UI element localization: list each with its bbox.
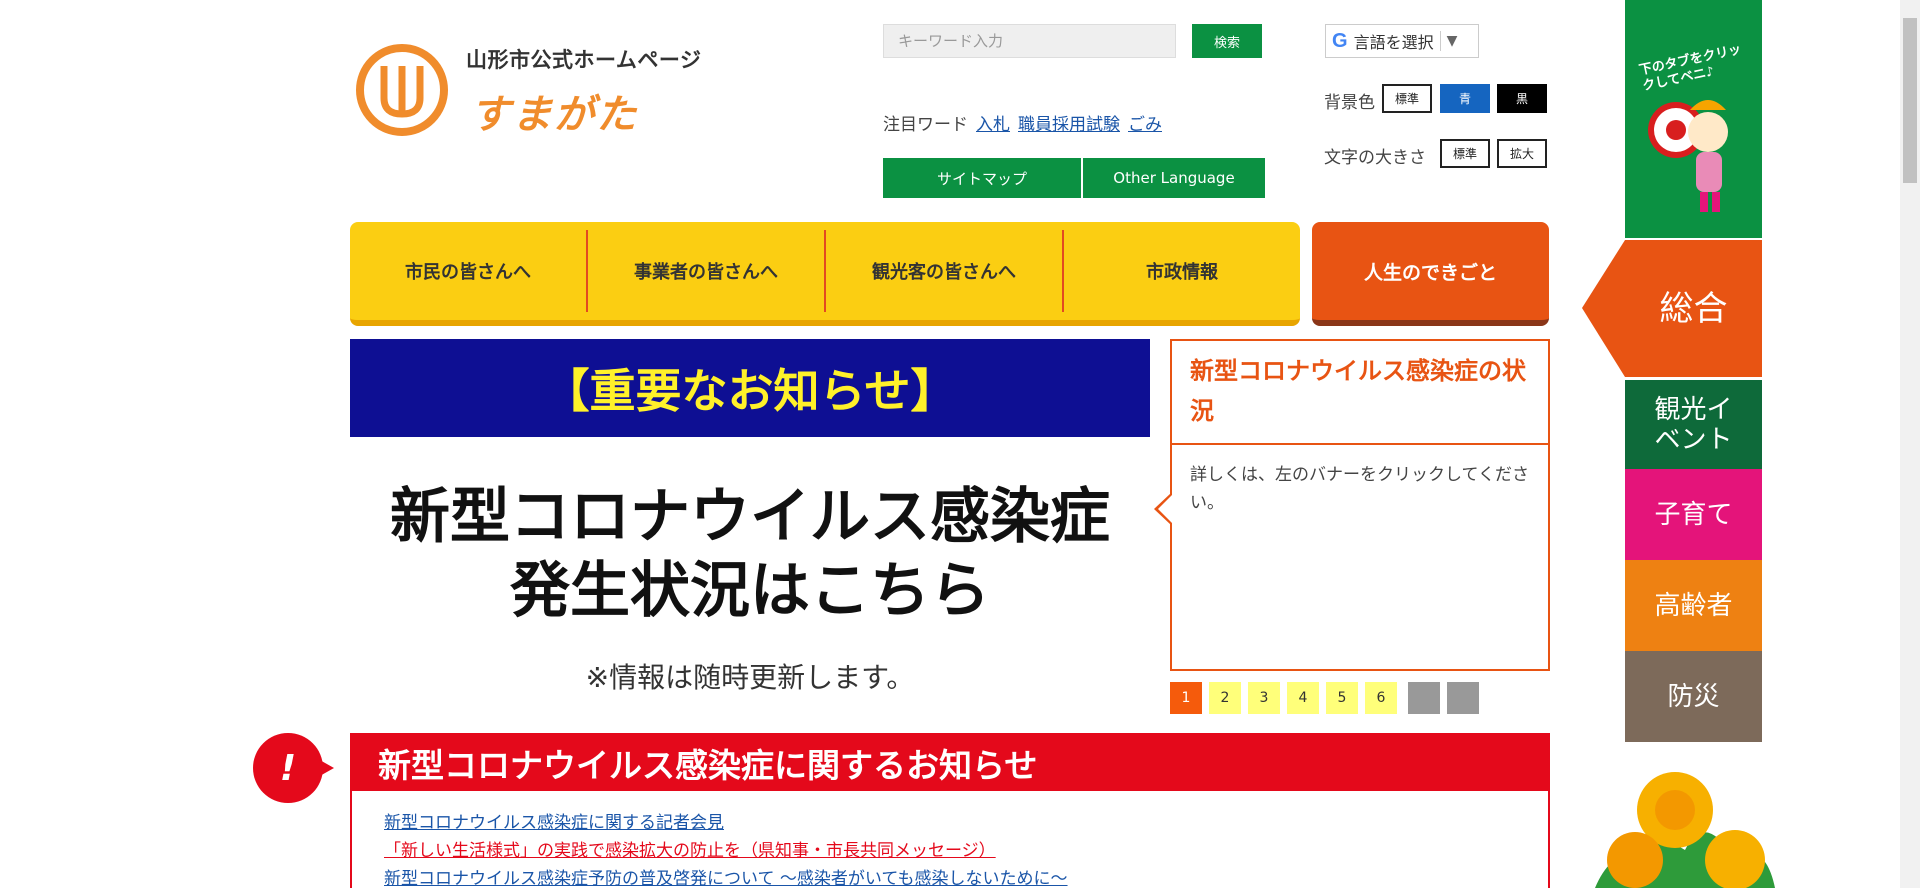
- covid-banner-line1: 新型コロナウイルス感染症: [390, 482, 1110, 552]
- hot-word-link[interactable]: ごみ: [1128, 110, 1162, 135]
- divider: [1439, 31, 1441, 51]
- bg-color-label: 背景色: [1324, 93, 1375, 113]
- nav-item-business[interactable]: 事業者の皆さんへ: [588, 230, 826, 312]
- tab-disaster[interactable]: 防災: [1625, 651, 1762, 742]
- text-size-standard-button[interactable]: 標準: [1440, 139, 1490, 168]
- pager-page-3[interactable]: 3: [1248, 682, 1280, 714]
- safflower-decoration-icon: [1595, 772, 1775, 888]
- pager-pause-button[interactable]: [1408, 682, 1440, 714]
- sitemap-button[interactable]: サイトマップ: [883, 158, 1081, 198]
- important-notice-banner[interactable]: 【重要なお知らせ】: [350, 339, 1150, 437]
- nav-item-citizens[interactable]: 市民の皆さんへ: [350, 230, 588, 312]
- pager-page-4[interactable]: 4: [1287, 682, 1319, 714]
- scrollbar-thumb[interactable]: [1903, 18, 1917, 183]
- text-size-large-button[interactable]: 拡大: [1497, 139, 1547, 168]
- site-title[interactable]: 山形市公式ホームページ: [466, 44, 701, 74]
- bg-standard-button[interactable]: 標準: [1382, 84, 1432, 113]
- slide-pager: 1 2 3 4 5 6: [1170, 682, 1479, 714]
- pager-page-2[interactable]: 2: [1209, 682, 1241, 714]
- main-nav: 市民の皆さんへ 事業者の皆さんへ 観光客の皆さんへ 市政情報: [350, 222, 1300, 326]
- tab-tourism-label: 観光イベント: [1654, 394, 1733, 455]
- tab-elderly-label: 高齢者: [1654, 590, 1733, 621]
- dropdown-arrow-icon: ▼: [1446, 33, 1458, 49]
- nav-item-tourists[interactable]: 観光客の皆さんへ: [826, 230, 1064, 312]
- tab-childcare-label: 子育て: [1654, 499, 1733, 530]
- tab-general[interactable]: 総合: [1582, 240, 1762, 377]
- bg-black-button[interactable]: 黒: [1497, 84, 1547, 113]
- text-size-label: 文字の大きさ: [1324, 148, 1426, 168]
- nav-item-life-events[interactable]: 人生のできごと: [1312, 222, 1549, 326]
- alert-icon: !: [253, 733, 323, 803]
- covid-banner-line2: 発生状況はこちら: [510, 556, 990, 626]
- notice-link[interactable]: 新型コロナウイルス感染症に関する記者会見: [384, 809, 724, 837]
- covid-notice-section: 新型コロナウイルス感染症に関するお知らせ 新型コロナウイルス感染症に関する記者会…: [350, 733, 1550, 888]
- tab-childcare[interactable]: 子育て: [1625, 469, 1762, 560]
- slide-pointer-inner: [1158, 495, 1172, 523]
- slide-info-box: 新型コロナウイルス感染症の状況 詳しくは、左のバナーをクリックしてください。: [1170, 339, 1550, 671]
- slide-text: 詳しくは、左のバナーをクリックしてください。: [1190, 465, 1529, 513]
- pager-page-5[interactable]: 5: [1326, 682, 1358, 714]
- hot-word-link[interactable]: 入札: [976, 110, 1010, 135]
- banner-note: ※情報は随時更新します。: [585, 661, 915, 694]
- pager-page-1[interactable]: 1: [1170, 682, 1202, 714]
- tab-disaster-label: 防災: [1667, 681, 1720, 712]
- tab-elderly[interactable]: 高齢者: [1625, 560, 1762, 651]
- mascot-icon: [1648, 100, 1728, 212]
- pager-page-6[interactable]: 6: [1365, 682, 1397, 714]
- language-select-label: 言語を選択: [1353, 33, 1434, 52]
- covid-banner[interactable]: 新型コロナウイルス感染症 発生状況はこちら: [350, 480, 1150, 628]
- tab-tourism-events[interactable]: 観光イベント: [1625, 380, 1762, 469]
- covid-notice-title: 新型コロナウイルス感染症に関するお知らせ: [352, 735, 1548, 791]
- search-button[interactable]: 検索: [1192, 24, 1262, 58]
- language-select[interactable]: G 言語を選択 ▼: [1325, 24, 1479, 58]
- city-emblem-icon[interactable]: [354, 42, 450, 138]
- pager-play-button[interactable]: [1447, 682, 1479, 714]
- alert-icon-tail: [318, 759, 334, 777]
- hot-words-label: 注目ワード: [883, 115, 968, 135]
- covid-notice-list: 新型コロナウイルス感染症に関する記者会見 「新しい生活様式」の実践で感染拡大の防…: [352, 791, 1548, 888]
- site-logo-text[interactable]: すまがた: [470, 82, 638, 140]
- notice-link[interactable]: 新型コロナウイルス感染症予防の普及啓発について ～感染者がいても感染しないために…: [384, 865, 1068, 888]
- hot-word-link[interactable]: 職員採用試験: [1018, 110, 1120, 135]
- tab-general-label: 総合: [1659, 288, 1728, 329]
- google-icon: G: [1332, 29, 1348, 52]
- slide-title: 新型コロナウイルス感染症の状況: [1172, 341, 1548, 445]
- other-language-button[interactable]: Other Language: [1083, 158, 1265, 198]
- notice-link[interactable]: 「新しい生活様式」の実践で感染拡大の防止を（県知事・市長共同メッセージ）: [384, 837, 996, 865]
- search-input[interactable]: [883, 24, 1176, 58]
- bg-blue-button[interactable]: 青: [1440, 84, 1490, 113]
- nav-item-city-info[interactable]: 市政情報: [1064, 230, 1300, 312]
- hot-words: 注目ワード 入札 職員採用試験 ごみ: [883, 110, 1162, 135]
